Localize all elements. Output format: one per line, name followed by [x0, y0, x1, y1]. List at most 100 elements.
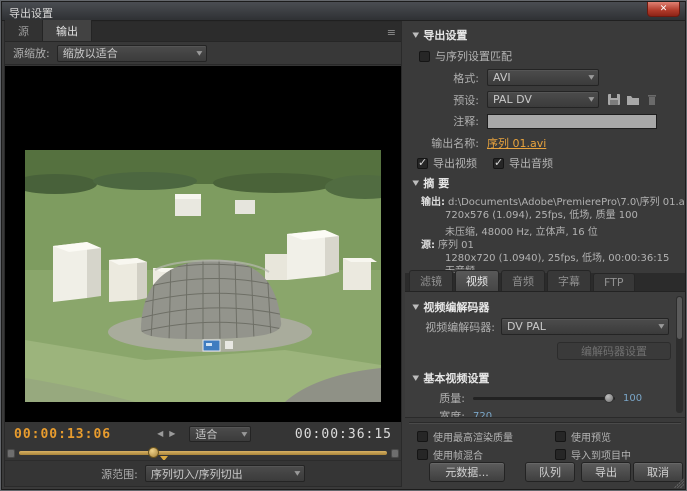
delete-preset-icon[interactable]: [645, 93, 659, 106]
set-in-handle[interactable]: [7, 449, 15, 458]
playhead-handle[interactable]: [148, 447, 159, 458]
current-timecode[interactable]: 00:00:13:06: [14, 427, 111, 442]
queue-button[interactable]: 队列: [525, 462, 575, 482]
import-project-label: 导入到项目中: [571, 447, 631, 462]
save-preset-icon[interactable]: [607, 93, 621, 106]
import-project-checkbox[interactable]: [555, 449, 566, 460]
comment-row: 注释:: [413, 113, 657, 129]
max-render-quality-checkbox[interactable]: [417, 431, 428, 442]
export-settings-dialog: 导出设置 ✕ 源 输出 ≡ 源缩放: 缩放以适合 ▼: [0, 0, 687, 491]
preview-image: [25, 150, 381, 402]
step-buttons: ◀ ▶: [157, 427, 175, 441]
export-audio-checkbox[interactable]: ✓: [493, 158, 504, 169]
check-icon: ✓: [494, 156, 503, 169]
scaling-label: 源缩放:: [13, 45, 50, 61]
tab-output[interactable]: 输出: [43, 20, 92, 41]
tab-captions[interactable]: 字幕: [547, 270, 591, 291]
source-range-label: 源范围:: [101, 466, 138, 482]
preview-panel: 源 输出 ≡ 源缩放: 缩放以适合 ▼: [4, 21, 402, 487]
scrollbar-thumb[interactable]: [677, 297, 682, 339]
disclosure-icon: ▼: [412, 31, 419, 39]
option-max-quality: 使用最高渲染质量: [417, 429, 513, 444]
export-video-checkbox[interactable]: ✓: [417, 158, 428, 169]
use-previews-checkbox[interactable]: [555, 431, 566, 442]
match-sequence-row: 与序列设置匹配: [419, 48, 512, 64]
window-title: 导出设置: [9, 5, 53, 21]
panel-menu-icon[interactable]: ≡: [387, 26, 396, 39]
tab-video[interactable]: 视频: [455, 270, 499, 291]
scaling-dropdown[interactable]: 缩放以适合 ▼: [57, 45, 207, 62]
source-scaling-row: 源缩放: 缩放以适合 ▼: [5, 42, 401, 65]
source-range-dropdown[interactable]: 序列切入/序列切出 ▼: [145, 465, 305, 482]
codec-header[interactable]: ▼ 视频编解码器: [413, 299, 489, 315]
width-label: 宽度:: [409, 408, 465, 418]
codec-dropdown[interactable]: DV PAL ▼: [501, 318, 669, 335]
source-range-value: 序列切入/序列切出: [151, 466, 243, 482]
format-value: AVI: [493, 71, 511, 84]
scaling-value: 缩放以适合: [63, 45, 118, 61]
codec-title: 视频编解码器: [423, 299, 489, 315]
close-icon: ✕: [660, 4, 668, 14]
tab-audio[interactable]: 音频: [501, 270, 545, 291]
use-previews-label: 使用预览: [571, 429, 611, 444]
quality-label: 质量:: [409, 390, 465, 406]
export-video-label: 导出视频: [433, 155, 477, 171]
summary-title: 摘 要: [423, 175, 449, 191]
chevron-down-icon: ▼: [580, 96, 595, 103]
export-toggles-row: ✓ 导出视频 ✓ 导出音频: [417, 155, 553, 171]
frame-blend-label: 使用帧混合: [433, 447, 483, 462]
settings-scrollbar[interactable]: [676, 296, 683, 413]
chevron-down-icon: ▼: [232, 431, 247, 438]
width-value[interactable]: 720: [473, 411, 492, 419]
timeline-scrubber: [5, 446, 401, 460]
preset-dropdown[interactable]: PAL DV ▼: [487, 91, 599, 108]
titlebar[interactable]: 导出设置 ✕: [2, 2, 685, 21]
format-label: 格式:: [413, 70, 479, 86]
check-icon: ✓: [418, 156, 427, 169]
tab-ftp[interactable]: FTP: [593, 273, 635, 291]
codec-settings-button[interactable]: 编解码器设置: [557, 342, 671, 360]
export-audio-label: 导出音频: [509, 155, 553, 171]
basic-video-header[interactable]: ▼ 基本视频设置: [413, 370, 489, 386]
video-preview: [5, 66, 401, 422]
import-preset-icon[interactable]: [626, 93, 640, 106]
metadata-button[interactable]: 元数据...: [429, 462, 505, 482]
scrubber-track[interactable]: [19, 451, 387, 455]
export-settings-header[interactable]: ▼ 导出设置: [413, 27, 467, 43]
zoom-level-dropdown[interactable]: 适合 ▼: [189, 426, 251, 442]
duration-timecode: 00:00:36:15: [295, 427, 392, 442]
quality-value[interactable]: 100: [623, 393, 642, 404]
quality-slider-handle[interactable]: [604, 393, 614, 403]
step-forward-icon[interactable]: ▶: [169, 427, 175, 441]
comment-input[interactable]: [487, 114, 657, 129]
output-name-row: 输出名称: 序列 01.avi: [413, 135, 546, 151]
set-out-handle[interactable]: [391, 449, 399, 458]
codec-row: 视频编解码器: DV PAL ▼: [409, 318, 669, 335]
step-back-icon[interactable]: ◀: [157, 427, 163, 441]
export-button[interactable]: 导出: [581, 462, 631, 482]
summary-output-detail: 720x576 (1.094), 25fps, 低场, 质量 100: [445, 206, 638, 221]
chevron-down-icon: ▼: [187, 50, 202, 57]
transport-bar: 00:00:13:06 ◀ ▶ 适合 ▼ 00:00:36:15: [5, 422, 401, 446]
frame-blend-checkbox[interactable]: [417, 449, 428, 460]
settings-panel: ▼ 导出设置 与序列设置匹配 格式: AVI ▼ 预设: PAL DV ▼: [405, 21, 685, 487]
disclosure-icon: ▼: [412, 374, 419, 382]
quality-row: 质量: 100: [409, 390, 642, 406]
chevron-down-icon: ▼: [650, 323, 665, 330]
preview-tabstrip: 源 输出 ≡: [5, 22, 401, 42]
tab-filters[interactable]: 滤镜: [409, 270, 453, 291]
preset-value: PAL DV: [493, 93, 532, 106]
tab-source[interactable]: 源: [5, 20, 43, 41]
match-sequence-checkbox[interactable]: [419, 51, 430, 62]
width-row: 宽度: 720: [409, 408, 492, 418]
option-use-previews: 使用预览: [555, 429, 611, 444]
disclosure-icon: ▼: [412, 303, 419, 311]
quality-slider[interactable]: [473, 397, 615, 400]
close-button[interactable]: ✕: [647, 2, 680, 17]
summary-header[interactable]: ▼ 摘 要: [413, 175, 449, 191]
resize-grip[interactable]: [674, 478, 684, 488]
format-dropdown[interactable]: AVI ▼: [487, 69, 599, 86]
output-name-link[interactable]: 序列 01.avi: [487, 135, 546, 151]
summary-source-detail: 1280x720 (1.0940), 25fps, 低场, 00:00:36:1…: [445, 249, 669, 264]
summary-output-label: 输出:: [421, 197, 445, 208]
